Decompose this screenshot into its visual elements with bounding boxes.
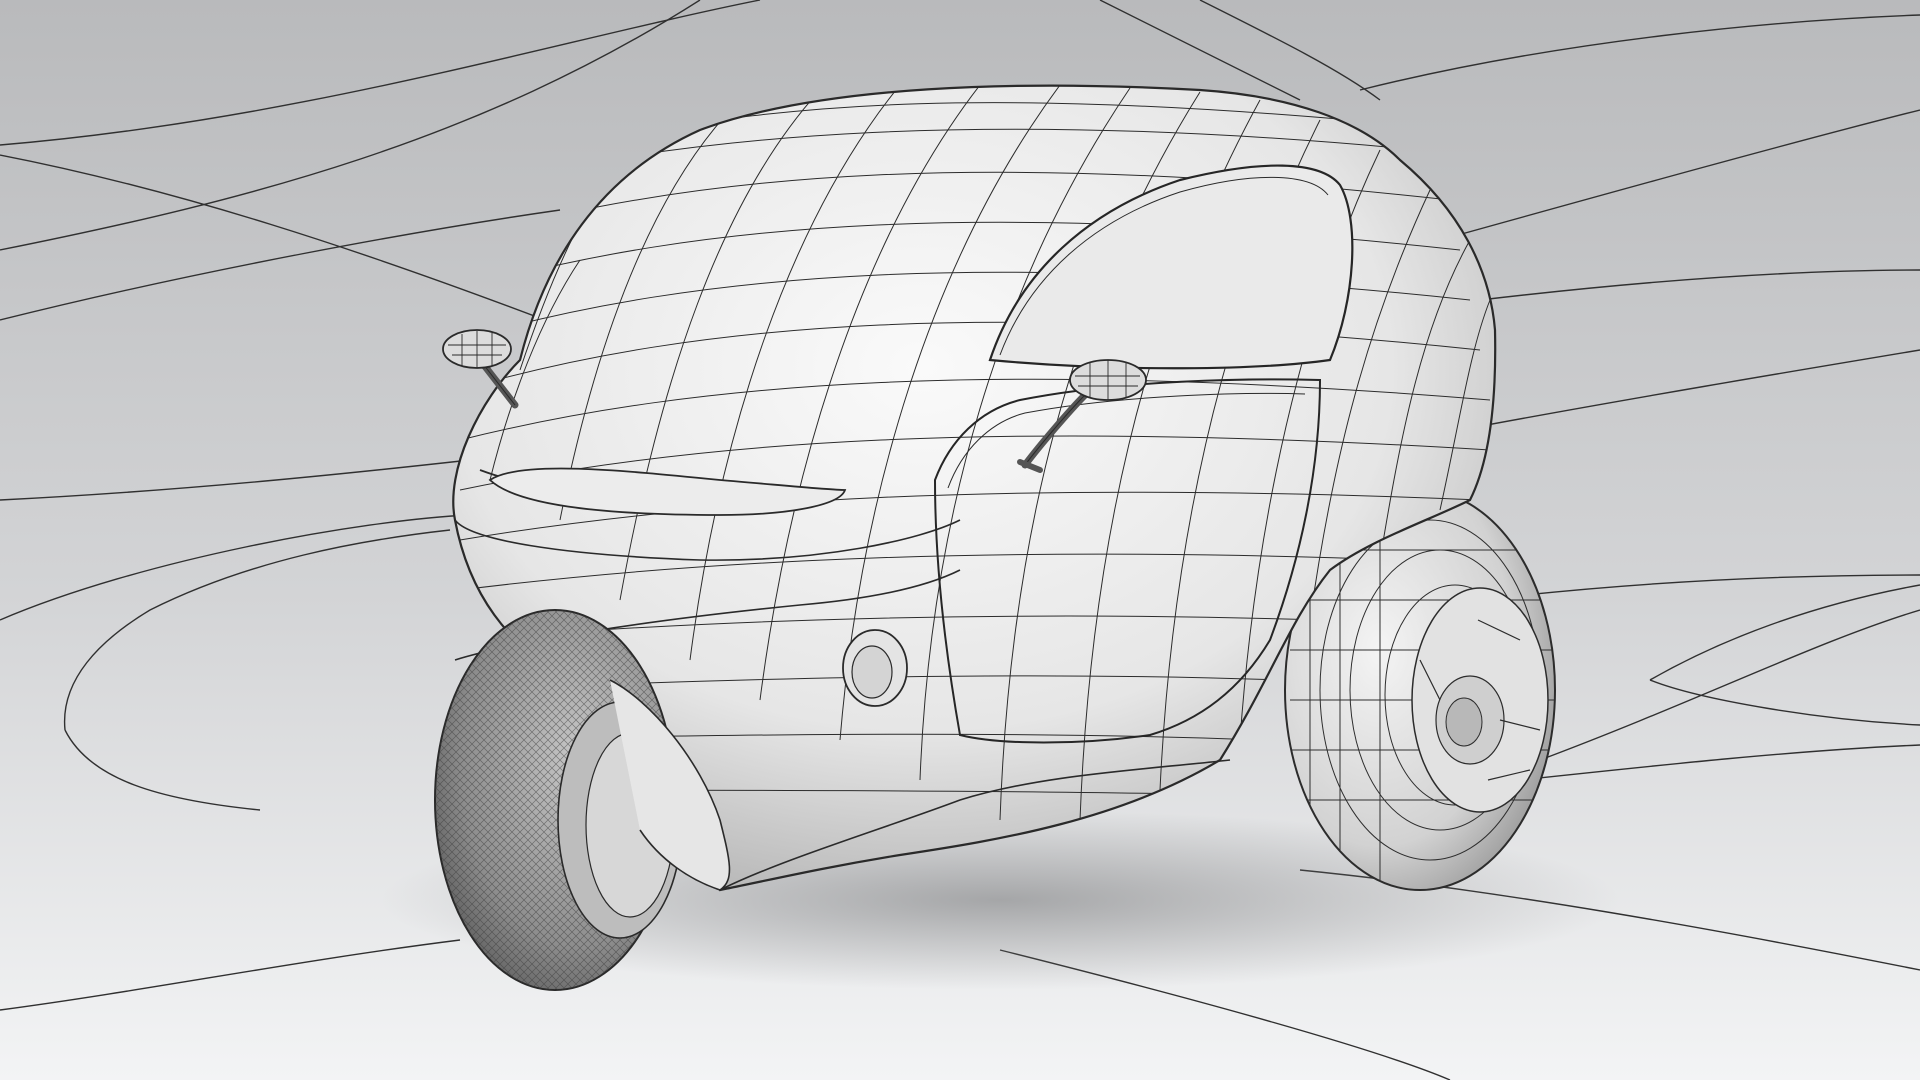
rear-wheel-hub: [1411, 587, 1549, 813]
wireframe-render: [0, 0, 1920, 1080]
render-viewport: [0, 0, 1920, 1080]
fog-lamp: [842, 629, 908, 707]
